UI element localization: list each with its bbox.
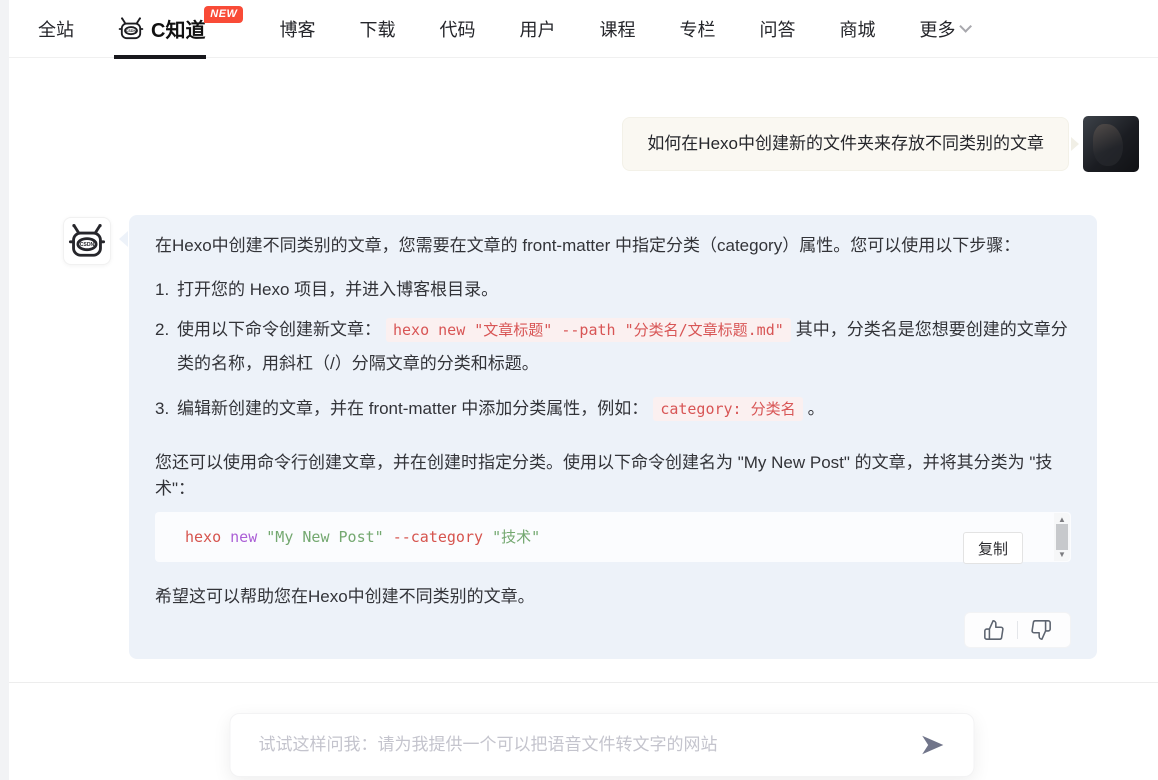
svg-text:CSDN: CSDN: [80, 242, 95, 248]
nav-item-mall[interactable]: 商城: [839, 16, 875, 42]
top-navigation: 全站 CSDN C知道 NEW 博客 下载 代码 用户 课程 专栏 问答 商城 …: [9, 0, 1158, 59]
nav-item-more[interactable]: 更多: [919, 16, 973, 42]
nav-item-label: C知道: [151, 20, 206, 42]
answer-outro: 希望这可以帮助您在Hexo中创建不同类别的文章。: [155, 587, 535, 606]
footer-divider: [9, 682, 1158, 683]
thumbs-up-button[interactable]: [971, 615, 1017, 645]
answer-paragraph-2: 您还可以使用命令行创建文章，并在创建时指定分类。使用以下命令创建名为 "My N…: [155, 453, 1053, 498]
step-text: 编辑新创建的文章，并在 front-matter 中添加分类属性，例如：: [177, 399, 649, 418]
thumbs-down-button[interactable]: [1018, 615, 1064, 645]
nav-item-label: 更多: [919, 19, 956, 40]
code-token: new: [230, 528, 267, 546]
code-token: hexo: [185, 528, 231, 546]
step-number: 2.: [155, 320, 170, 339]
thumbs-up-icon: [984, 620, 1004, 640]
answer-step-1: 1. 打开您的 Hexo 项目，并进入博客根目录。: [155, 277, 1071, 303]
nav-item-blog[interactable]: 博客: [279, 16, 315, 42]
answer-step-2: 2. 使用以下命令创建新文章： hexo new "文章标题" --path "分…: [155, 313, 1071, 380]
nav-item-column[interactable]: 专栏: [679, 16, 715, 42]
ai-answer-bubble: 在Hexo中创建不同类别的文章，您需要在文章的 front-matter 中指定…: [129, 215, 1097, 659]
code-token: "技术": [492, 528, 541, 546]
code-token: --category: [392, 528, 493, 546]
feedback-pill: [964, 612, 1071, 648]
ai-answer-row: CSDN 在Hexo中创建不同类别的文章，您需要在文章的 front-matte…: [0, 215, 1158, 659]
user-question-row: 如何在Hexo中创建新的文件夹来存放不同类别的文章: [622, 116, 1139, 172]
nav-item-download[interactable]: 下载: [359, 16, 395, 42]
composer: [229, 713, 975, 777]
step-text: 使用以下命令创建新文章：: [177, 320, 381, 339]
question-input[interactable]: [230, 735, 920, 755]
nav-item-all[interactable]: 全站: [38, 16, 74, 42]
active-tab-indicator: [114, 54, 206, 59]
scroll-up-arrow-icon[interactable]: ▲: [1058, 515, 1066, 524]
thumbs-down-icon: [1031, 620, 1051, 640]
nav-item-czhidao[interactable]: CSDN C知道 NEW: [114, 0, 244, 59]
nav-item-code[interactable]: 代码: [439, 16, 475, 42]
nav-item-user[interactable]: 用户: [519, 16, 555, 42]
code-line: hexo new "My New Post" --category "技术": [185, 526, 540, 547]
new-badge: NEW: [204, 5, 244, 23]
answer-intro: 在Hexo中创建不同类别的文章，您需要在文章的 front-matter 中指定…: [155, 236, 1021, 255]
scroll-down-arrow-icon[interactable]: ▼: [1058, 550, 1066, 559]
nav-item-qa[interactable]: 问答: [759, 16, 795, 42]
nav-item-course[interactable]: 课程: [599, 16, 635, 42]
answer-step-3: 3. 编辑新创建的文章，并在 front-matter 中添加分类属性，例如： c…: [155, 392, 1071, 426]
scrollbar-thumb[interactable]: [1056, 524, 1068, 550]
answer-bubble-tail: [119, 231, 128, 247]
inline-code: category: 分类名: [653, 397, 803, 421]
robot-icon: CSDN: [118, 16, 144, 39]
feedback-row: [155, 612, 1071, 648]
robot-icon: CSDN: [68, 223, 106, 257]
send-button[interactable]: [920, 732, 946, 758]
ai-avatar: CSDN: [63, 217, 111, 265]
user-question-bubble: 如何在Hexo中创建新的文件夹来存放不同类别的文章: [622, 117, 1069, 171]
svg-text:CSDN: CSDN: [126, 28, 136, 32]
send-icon: [922, 735, 944, 755]
inline-code: hexo new "文章标题" --path "分类名/文章标题.md": [386, 318, 791, 342]
code-scrollbar[interactable]: ▲ ▼: [1054, 513, 1070, 561]
code-block: hexo new "My New Post" --category "技术" 复…: [155, 512, 1071, 564]
step-text: 打开您的 Hexo 项目，并进入博客根目录。: [177, 280, 499, 299]
step-text: 。: [807, 399, 825, 418]
chevron-down-icon: [959, 20, 973, 33]
step-number: 1.: [155, 280, 170, 299]
user-avatar: [1083, 116, 1139, 172]
copy-button[interactable]: 复制: [963, 532, 1023, 564]
code-token: "My New Post": [266, 528, 393, 546]
question-bubble-tail: [1071, 137, 1079, 151]
step-number: 3.: [155, 399, 170, 418]
